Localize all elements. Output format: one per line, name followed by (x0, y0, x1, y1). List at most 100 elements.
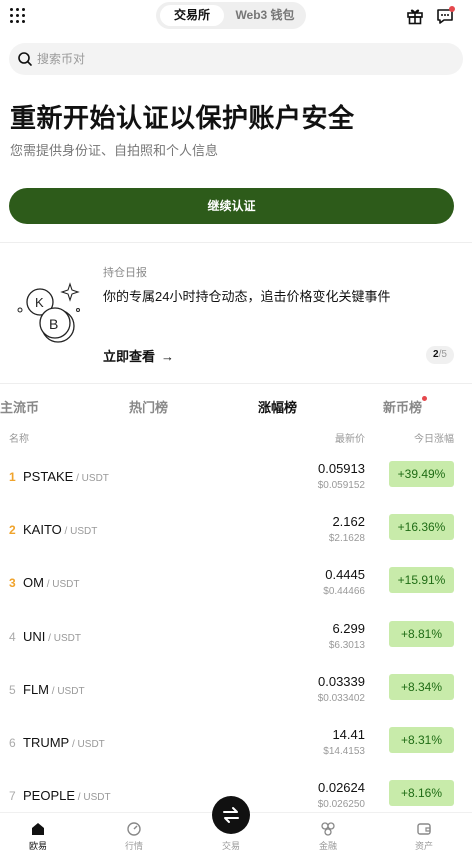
last-price: 2.162 (332, 514, 365, 529)
last-price: 0.03339 (318, 674, 365, 689)
view-now-link[interactable]: 立即查看 → (103, 346, 174, 365)
fiat-price: $0.44466 (323, 586, 365, 597)
column-price: 最新价 (335, 434, 365, 445)
trade-button[interactable] (212, 796, 250, 834)
base-asset: PEOPLE (23, 788, 76, 803)
base-asset: UNI (23, 629, 46, 644)
table-row[interactable]: 3 OM / USDT 0.4445 $0.44466 +15.91% (0, 561, 472, 614)
base-asset: TRUMP (23, 735, 70, 750)
table-row[interactable]: 6 TRUMP / USDT 14.41 $14.4153 +8.31% (0, 721, 472, 774)
change-badge[interactable]: +8.34% (389, 674, 454, 700)
last-price: 14.41 (332, 727, 365, 742)
column-change: 今日涨幅 (414, 434, 454, 445)
tab-hot[interactable]: 热门榜 (129, 397, 168, 416)
mode-switch: 交易所 Web3 钱包 (156, 2, 306, 29)
nav-assets[interactable]: 资产 (394, 813, 454, 851)
table-row[interactable]: 4 UNI / USDT 6.299 $6.3013 +8.81% (0, 615, 472, 668)
arrow-right-icon: → (161, 349, 175, 364)
divider (0, 242, 472, 243)
tab-exchange[interactable]: 交易所 (160, 5, 224, 26)
base-asset: PSTAKE (23, 469, 74, 484)
card-pager: 2/5 (426, 346, 454, 364)
last-price: 0.4445 (325, 567, 365, 582)
pair-symbol: PEOPLE / USDT (23, 788, 111, 803)
gift-icon[interactable] (406, 7, 424, 25)
nav-market[interactable]: 行情 (104, 813, 164, 851)
pager-total: /5 (438, 349, 447, 360)
pair-symbol: KAITO / USDT (23, 522, 97, 537)
quote-asset: / USDT (43, 579, 80, 590)
quote-asset: / USDT (49, 686, 85, 697)
verification-title: 重新开始认证以保护账户安全 (10, 103, 355, 133)
change-badge[interactable]: +39.49% (389, 461, 454, 487)
base-asset: OM (23, 575, 44, 590)
pair-symbol: FLM / USDT (23, 682, 85, 697)
finance-icon (321, 822, 335, 836)
quote-asset: / USDT (75, 792, 111, 803)
fiat-price: $14.4153 (323, 746, 365, 757)
fiat-price: $0.033402 (317, 693, 365, 704)
table-row[interactable]: 5 FLM / USDT 0.03339 $0.033402 +8.34% (0, 668, 472, 721)
new-badge-dot (422, 396, 427, 401)
pair-symbol: OM / USDT (23, 575, 80, 590)
nav-finance-label: 金融 (318, 841, 337, 851)
tab-mainstream[interactable]: 主流币 (0, 397, 39, 416)
top-bar: 交易所 Web3 钱包 (0, 0, 472, 32)
search-icon (18, 52, 32, 66)
last-price: 6.299 (332, 621, 365, 636)
nav-home-label: 欧易 (28, 841, 47, 851)
change-badge[interactable]: +16.36% (389, 514, 454, 540)
base-asset: FLM (23, 682, 49, 697)
nav-assets-label: 资产 (414, 841, 433, 851)
pair-symbol: TRUMP / USDT (23, 735, 105, 750)
rank: 7 (9, 789, 16, 803)
rank: 2 (9, 523, 16, 537)
column-name: 名称 (9, 434, 29, 445)
nav-finance[interactable]: 金融 (298, 813, 358, 851)
home-icon (32, 823, 44, 835)
table-row[interactable]: 2 KAITO / USDT 2.162 $2.1628 +16.36% (0, 508, 472, 561)
svg-text:K: K (35, 295, 44, 310)
tab-new-listings[interactable]: 新币榜 (383, 397, 422, 416)
change-badge[interactable]: +8.81% (389, 621, 454, 647)
fiat-price: $0.026250 (317, 799, 365, 810)
change-badge[interactable]: +15.91% (389, 567, 454, 593)
rank: 3 (9, 576, 16, 590)
rank: 6 (9, 736, 16, 750)
pair-symbol: PSTAKE / USDT (23, 469, 109, 484)
last-price: 0.05913 (318, 461, 365, 476)
verification-subtitle: 您需提供身份证、自拍照和个人信息 (10, 143, 219, 158)
notification-dot (449, 6, 455, 12)
coins-illustration: K B (17, 282, 80, 343)
tab-web3-wallet[interactable]: Web3 钱包 (226, 5, 304, 26)
quote-asset: / USDT (73, 473, 109, 484)
quote-asset: / USDT (45, 633, 81, 644)
last-price: 0.02624 (318, 780, 365, 795)
quote-asset: / USDT (61, 526, 98, 537)
quote-asset: / USDT (69, 739, 105, 750)
nav-home[interactable]: 欧易 (8, 813, 68, 851)
grid-menu-icon[interactable] (10, 8, 26, 24)
wallet-icon (417, 823, 431, 835)
table-row[interactable]: 1 PSTAKE / USDT 0.05913 $0.059152 +39.49… (0, 455, 472, 508)
divider (0, 383, 472, 384)
continue-verification-button[interactable]: 继续认证 (9, 188, 454, 224)
search-input[interactable] (37, 43, 437, 75)
card-text: 你的专属24小时持仓动态，追击价格变化关键事件 (103, 289, 391, 304)
pair-symbol: UNI / USDT (23, 629, 81, 644)
nav-trade-label: 交易 (221, 841, 240, 851)
tab-gainers[interactable]: 涨幅榜 (258, 397, 297, 416)
change-badge[interactable]: +8.31% (389, 727, 454, 753)
card-tag: 持仓日报 (103, 267, 147, 279)
change-badge[interactable]: +8.16% (389, 780, 454, 806)
market-icon (127, 822, 141, 836)
fiat-price: $6.3013 (328, 640, 365, 651)
view-now-label: 立即查看 (103, 349, 156, 364)
rank: 4 (9, 630, 16, 644)
fiat-price: $0.059152 (317, 480, 365, 491)
base-asset: KAITO (23, 522, 62, 537)
trade-swap-icon (223, 807, 239, 823)
search-bar[interactable] (9, 43, 463, 75)
rank: 1 (9, 470, 16, 484)
rank: 5 (9, 683, 16, 697)
